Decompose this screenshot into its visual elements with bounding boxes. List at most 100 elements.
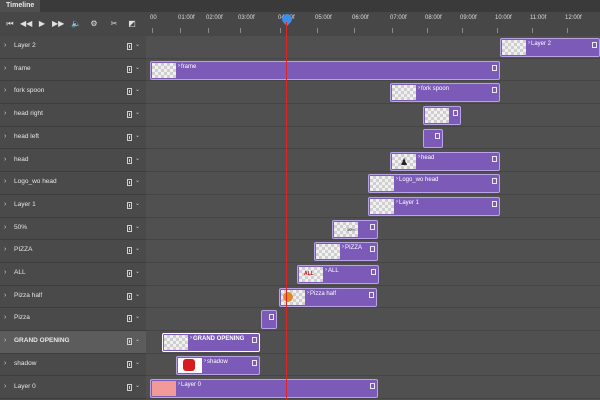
next-frame-icon[interactable]: ▶▶ <box>52 18 64 30</box>
chevron-right-icon[interactable]: › <box>4 201 6 208</box>
film-strip-icon[interactable] <box>127 156 132 164</box>
clip-end-icon[interactable] <box>252 359 257 366</box>
chevron-right-icon[interactable]: › <box>4 269 6 276</box>
chevron-down-icon[interactable]: ⌄ <box>135 132 140 139</box>
chevron-down-icon[interactable]: ⌄ <box>135 155 140 162</box>
layer-row[interactable]: › fork spoon ⌄ <box>0 81 146 105</box>
chevron-right-icon[interactable]: › <box>4 87 6 94</box>
play-icon[interactable]: ▶ <box>36 18 48 30</box>
timeline-clip[interactable]: ♟ › head <box>390 151 500 171</box>
tab-timeline[interactable]: Timeline <box>0 0 41 12</box>
layer-row[interactable]: › Layer 2 ⌄ <box>0 36 146 59</box>
timeline-clip[interactable]: › Pizza half <box>279 287 377 307</box>
chevron-right-icon[interactable]: › <box>4 314 6 321</box>
film-strip-icon[interactable] <box>127 201 132 209</box>
chevron-right-icon[interactable]: › <box>4 246 6 253</box>
audio-icon[interactable]: 🔈 <box>70 18 82 30</box>
chevron-down-icon[interactable]: ⌄ <box>135 177 140 184</box>
chevron-right-icon[interactable]: › <box>4 133 6 140</box>
clip-end-icon[interactable] <box>492 200 497 207</box>
settings-icon[interactable]: ⚙ <box>88 18 100 30</box>
film-strip-icon[interactable] <box>127 338 132 346</box>
chevron-down-icon[interactable]: ⌄ <box>135 336 140 343</box>
chevron-right-icon[interactable]: › <box>325 267 327 273</box>
chevron-down-icon[interactable]: ⌄ <box>135 41 140 48</box>
timeline-clip[interactable]: › shadow <box>176 355 260 375</box>
clip-end-icon[interactable] <box>492 155 497 162</box>
film-strip-icon[interactable] <box>127 247 132 255</box>
timeline-clip[interactable]: › Layer 2 <box>500 38 600 57</box>
chevron-right-icon[interactable]: › <box>4 110 6 117</box>
chevron-right-icon[interactable]: › <box>204 358 206 364</box>
timeline-clip[interactable] <box>261 310 277 330</box>
timeline-clip[interactable]: ALL › ALL <box>297 265 379 284</box>
layer-row[interactable]: › Layer 0 ⌄ <box>0 377 146 400</box>
chevron-right-icon[interactable]: › <box>178 63 180 69</box>
layer-row[interactable]: › ALL ⌄ <box>0 263 146 286</box>
first-frame-icon[interactable]: ⏮ <box>4 18 16 30</box>
chevron-down-icon[interactable]: ⌄ <box>135 223 140 230</box>
chevron-right-icon[interactable]: › <box>396 199 398 205</box>
chevron-down-icon[interactable]: ⌄ <box>135 359 140 366</box>
chevron-right-icon[interactable]: › <box>4 156 6 163</box>
chevron-down-icon[interactable]: ⌄ <box>135 382 140 389</box>
layer-row[interactable]: › PIZZA ⌄ <box>0 240 146 263</box>
chevron-down-icon[interactable]: ⌄ <box>135 64 140 71</box>
chevron-right-icon[interactable]: › <box>190 335 192 341</box>
chevron-right-icon[interactable]: › <box>418 85 420 91</box>
chevron-right-icon[interactable]: › <box>528 40 530 46</box>
film-strip-icon[interactable] <box>127 111 132 119</box>
layer-row[interactable]: › frame ⌄ <box>0 59 146 82</box>
layer-row[interactable]: › Layer 1 ⌄ <box>0 195 146 218</box>
clip-end-icon[interactable] <box>370 382 375 389</box>
chevron-right-icon[interactable]: › <box>4 42 6 49</box>
chevron-right-icon[interactable]: › <box>418 154 420 160</box>
timeline-clip[interactable] <box>423 106 461 126</box>
chevron-down-icon[interactable]: ⌄ <box>135 109 140 116</box>
film-strip-icon[interactable] <box>127 270 132 277</box>
clip-end-icon[interactable] <box>492 64 497 71</box>
clip-end-icon[interactable] <box>269 314 274 321</box>
film-strip-icon[interactable] <box>127 292 132 300</box>
film-strip-icon[interactable] <box>127 315 132 323</box>
timeline-clip[interactable]: › PIZZA <box>314 242 378 262</box>
clip-end-icon[interactable] <box>370 246 375 253</box>
timeline-clip[interactable]: › Logo_wo head <box>368 174 500 194</box>
chevron-right-icon[interactable]: › <box>4 224 6 231</box>
clip-end-icon[interactable] <box>435 132 440 139</box>
transition-icon[interactable]: ◩ <box>126 18 138 30</box>
layer-row[interactable]: › 50% ⌄ <box>0 218 146 241</box>
film-strip-icon[interactable] <box>127 360 132 368</box>
clip-end-icon[interactable] <box>492 87 497 94</box>
chevron-right-icon[interactable]: › <box>178 381 180 387</box>
chevron-down-icon[interactable]: ⌄ <box>135 291 140 298</box>
chevron-down-icon[interactable]: ⌄ <box>135 200 140 207</box>
timeline-clip[interactable]: › Layer 1 <box>368 196 500 216</box>
chevron-right-icon[interactable]: › <box>4 65 6 72</box>
clip-end-icon[interactable] <box>371 269 376 275</box>
film-strip-icon[interactable] <box>127 383 132 391</box>
chevron-right-icon[interactable]: › <box>4 178 6 185</box>
film-strip-icon[interactable] <box>127 133 132 141</box>
clip-end-icon[interactable] <box>369 291 374 298</box>
timeline-clip[interactable] <box>423 128 443 148</box>
layer-row[interactable]: › Logo_wo head ⌄ <box>0 172 146 195</box>
chevron-down-icon[interactable]: ⌄ <box>135 313 140 320</box>
chevron-right-icon[interactable]: › <box>342 244 344 250</box>
film-strip-icon[interactable] <box>127 88 132 96</box>
timeline-clip[interactable]: › GRAND OPENING <box>162 333 260 353</box>
layer-row[interactable]: › shadow ⌄ <box>0 354 146 377</box>
previous-frame-icon[interactable]: ◀◀ <box>20 18 32 30</box>
clip-end-icon[interactable] <box>370 223 375 230</box>
chevron-right-icon[interactable]: › <box>396 176 398 182</box>
film-strip-icon[interactable] <box>127 224 132 232</box>
chevron-right-icon[interactable]: › <box>4 292 6 299</box>
timeline-clip[interactable]: › frame <box>150 60 500 80</box>
time-ruler[interactable]: 0001:00f02:00f03:00f04:00f05:00f06:00f07… <box>146 12 600 37</box>
layer-row[interactable]: › GRAND OPENING ⌄ <box>0 331 146 354</box>
chevron-down-icon[interactable]: ⌄ <box>135 86 140 93</box>
film-strip-icon[interactable] <box>127 43 132 50</box>
chevron-down-icon[interactable]: ⌄ <box>135 245 140 252</box>
chevron-right-icon[interactable]: › <box>4 337 6 344</box>
timeline-clip[interactable]: 50% <box>332 219 378 239</box>
